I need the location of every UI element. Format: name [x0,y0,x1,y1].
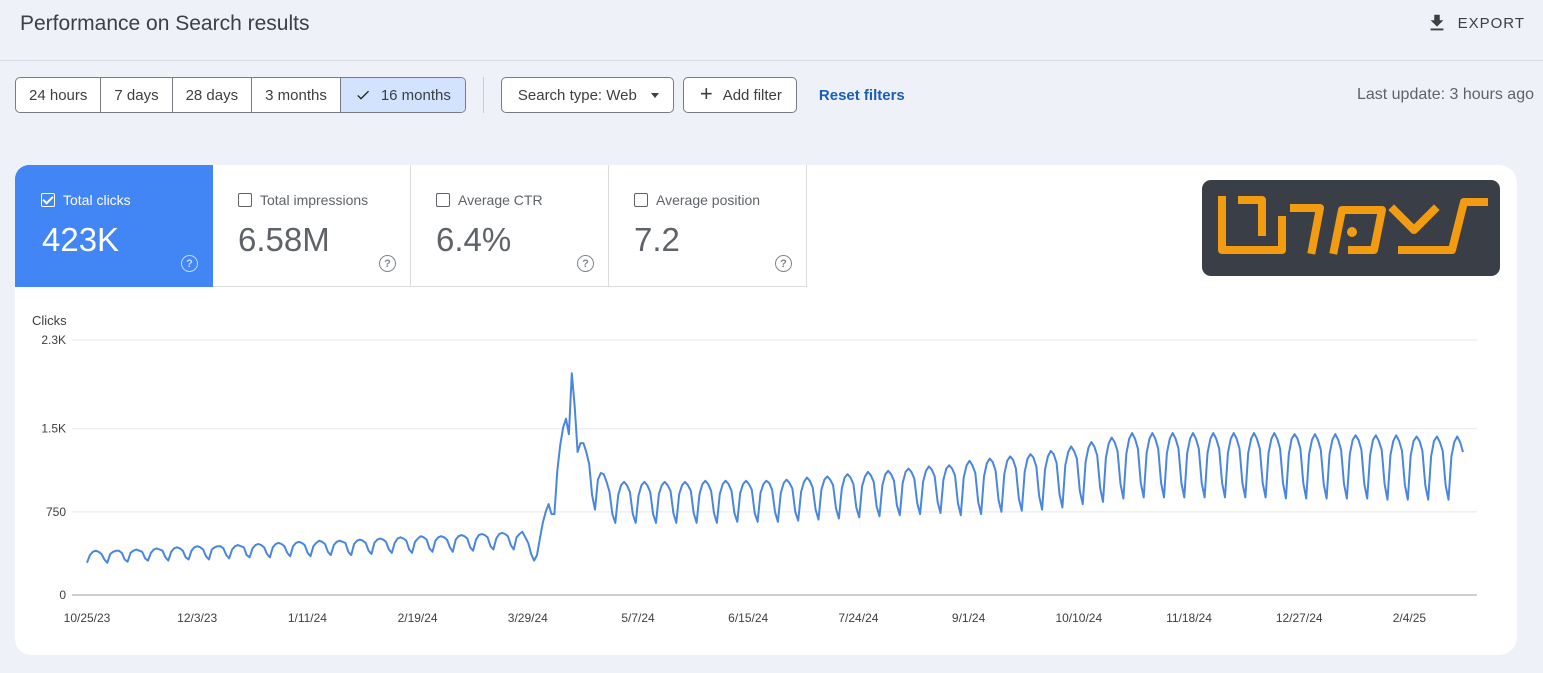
metric-value: 6.58M [238,221,330,258]
metric-total-impressions[interactable]: Total impressions 6.58M ? [213,165,411,287]
last-update-text: Last update: 3 hours ago [1356,86,1534,103]
metric-label: Average position [656,192,761,208]
x-tick-label: 12/3/23 [177,611,217,625]
checkbox-icon [634,193,648,207]
metric-label-wrap: Average CTR [436,192,543,208]
checkbox-icon [436,193,450,207]
clicks-series-line [86,372,1464,564]
range-24-hours[interactable]: 24 hours [16,78,102,112]
x-tick-label: 12/27/24 [1276,611,1323,625]
x-tick-label: 2/19/24 [398,611,438,625]
metric-label: Total impressions [260,192,369,208]
metric-value: 423K [42,221,120,258]
range-16-months[interactable]: 16 months [340,78,465,112]
metric-value: 6.4% [436,221,512,258]
logo-mark-icon [1218,196,1488,255]
metric-label: Total clicks [63,192,131,208]
export-button[interactable]: EXPORT [1426,12,1525,34]
x-tick-label: 10/10/24 [1055,611,1102,625]
x-tick-label: 11/18/24 [1166,611,1212,625]
brand-logo [1202,180,1500,276]
caret-down-icon [650,92,659,98]
help-circle-icon[interactable]: ? [181,255,198,272]
search-type-label: Search type: Web [517,86,637,104]
add-filter-button[interactable]: + Add filter [682,77,797,113]
checkbox-icon [238,193,252,207]
x-tick-label: 9/1/24 [952,611,986,625]
x-tick-label: 7/24/24 [838,611,878,625]
reset-filters-link[interactable]: Reset filters [819,87,905,104]
metric-average-ctr[interactable]: Average CTR 6.4% ? [411,165,609,287]
help-circle-icon[interactable]: ? [775,255,792,272]
page-header: Performance on Search results EXPORT [0,0,1543,61]
export-label: EXPORT [1457,14,1525,32]
x-tick-label: 2/4/25 [1393,611,1427,625]
check-icon [355,87,371,103]
metric-value: 7.2 [634,221,680,258]
x-tick-label: 10/25/23 [64,611,111,625]
date-range-selector: 24 hours 7 days 28 days 3 months 16 mont… [15,77,466,113]
x-tick-label: 1/11/24 [288,611,327,625]
metric-label-wrap: Total impressions [238,192,368,208]
page-title: Performance on Search results [20,12,310,35]
y-axis-label: Clicks [32,313,67,328]
plus-icon: + [699,81,713,106]
x-tick-label: 5/7/24 [621,611,655,625]
performance-card: Total clicks 423K ? Total impressions 6.… [15,165,1517,655]
y-tick-label: 1.5K [41,422,66,436]
help-circle-icon[interactable]: ? [577,255,594,272]
metric-total-clicks[interactable]: Total clicks 423K ? [15,165,213,287]
toolbar-divider [482,77,484,113]
search-type-dropdown[interactable]: Search type: Web [500,77,674,113]
metric-label-wrap: Average position [634,192,760,208]
range-3-months[interactable]: 3 months [252,78,341,112]
metric-label: Average CTR [458,192,543,208]
x-tick-label: 3/29/24 [508,611,548,625]
help-circle-icon[interactable]: ? [379,255,396,272]
clicks-line-chart: Clicks 0 750 1.5K 2.3K 10/25/23 12/3/23 1/11/24… [32,313,1477,625]
checkbox-checked-icon [41,193,55,207]
metric-label-wrap: Total clicks [41,192,131,208]
y-tick-label: 2.3K [41,333,66,347]
add-filter-label: Add filter [722,86,782,104]
filter-toolbar: 24 hours 7 days 28 days 3 months 16 mont… [15,77,905,113]
x-tick-label: 6/15/24 [728,611,768,625]
range-16-months-label: 16 months [380,86,451,104]
metric-average-position[interactable]: Average position 7.2 ? [609,165,807,287]
y-tick-label: 0 [59,588,66,602]
range-7-days[interactable]: 7 days [101,78,173,112]
y-tick-label: 750 [46,505,66,519]
range-28-days[interactable]: 28 days [173,78,253,112]
download-icon [1430,14,1444,31]
